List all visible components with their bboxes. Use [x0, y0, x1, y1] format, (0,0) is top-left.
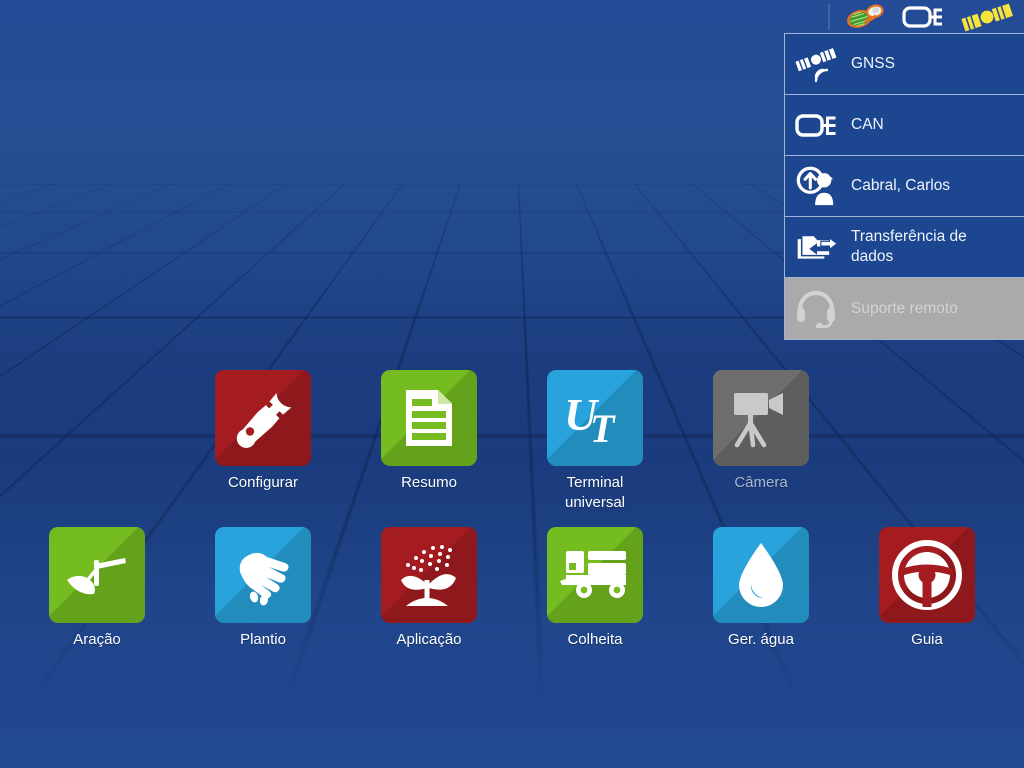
app-label: Resumo — [401, 474, 457, 491]
menu-item-can[interactable]: CAN — [785, 95, 1024, 156]
app-row-2: Aração Plantio Aplicação Colheita Ger. á… — [0, 526, 1024, 650]
app-label: Terminal universal — [564, 474, 626, 511]
app-tile[interactable] — [713, 370, 809, 466]
operator-login-icon — [795, 164, 839, 208]
app-row-1: Configurar Resumo U T Terminal universal… — [0, 370, 1024, 513]
app-label: Colheita — [567, 630, 623, 648]
app-camera[interactable]: Câmera — [713, 370, 810, 513]
app-tile[interactable]: U T — [547, 370, 643, 466]
app-label: Ger. água — [728, 630, 794, 648]
app-tile[interactable] — [49, 526, 145, 623]
menu-item-remote-support[interactable]: Suporte remoto — [785, 278, 1024, 339]
app-tile[interactable] — [879, 526, 975, 623]
app-configurar[interactable]: Configurar — [215, 370, 312, 513]
app-ger-agua[interactable]: Ger. água — [713, 526, 810, 650]
app-label: Guia — [911, 630, 943, 648]
status-bar — [0, 0, 1024, 33]
svg-text:T: T — [590, 406, 616, 448]
menu-item-label: Cabral, Carlos — [851, 177, 951, 195]
gnss-satellite-status-icon[interactable] — [958, 2, 1016, 32]
water-drop-icon — [739, 542, 783, 607]
app-tile[interactable] — [215, 526, 311, 623]
data-transfer-folder-icon — [795, 225, 839, 269]
can-bus-status-icon[interactable] — [902, 4, 944, 30]
app-label: Aplicação — [396, 630, 462, 648]
application-grid: Configurar Resumo U T Terminal universal… — [0, 370, 1024, 649]
menu-item-operator[interactable]: Cabral, Carlos — [785, 156, 1024, 217]
app-tile[interactable] — [547, 526, 643, 623]
app-label: Configurar — [227, 474, 299, 491]
app-guia[interactable]: Guia — [879, 526, 976, 650]
menu-item-label: Suporte remoto — [851, 299, 958, 317]
satellite-signal-icon — [795, 42, 839, 86]
app-tile[interactable] — [215, 370, 311, 466]
spray-plant-icon — [401, 544, 456, 606]
app-label: Plantio — [240, 630, 286, 648]
app-colheita[interactable]: Colheita — [547, 526, 644, 650]
menu-item-label: CAN — [851, 116, 884, 134]
app-resumo[interactable]: Resumo — [381, 370, 478, 513]
status-bar-divider — [828, 3, 830, 30]
app-tile[interactable] — [381, 370, 477, 466]
menu-item-label: Transferência de dados — [851, 228, 967, 265]
app-label: Aração — [73, 630, 121, 648]
app-aracao[interactable]: Aração — [49, 526, 146, 650]
ut-icon: U T — [564, 389, 616, 448]
app-label: Câmera — [734, 474, 788, 491]
system-dropdown-menu: GNSS CAN Cabral, Carlos Transferência de… — [784, 33, 1024, 340]
brand-leaf-logo-icon[interactable] — [844, 4, 888, 30]
menu-item-gnss[interactable]: GNSS — [785, 34, 1024, 95]
camera-tripod-icon — [734, 393, 783, 448]
wrench-icon — [236, 393, 292, 448]
steering-wheel-icon — [892, 539, 962, 610]
combine-harvester-icon — [560, 550, 626, 598]
document-icon — [406, 390, 452, 446]
can-bus-icon — [795, 103, 839, 147]
app-aplicacao[interactable]: Aplicação — [381, 526, 478, 650]
menu-item-data-transfer[interactable]: Transferência de dados — [785, 217, 1024, 278]
seeding-hand-icon — [239, 552, 289, 606]
app-tile[interactable] — [381, 526, 477, 623]
app-terminal-universal[interactable]: U T Terminal universal — [547, 370, 644, 513]
menu-item-label: GNSS — [851, 55, 895, 73]
plow-icon — [67, 557, 126, 594]
headset-icon — [795, 287, 839, 331]
app-tile[interactable] — [713, 526, 809, 623]
app-plantio[interactable]: Plantio — [215, 526, 312, 650]
home-screen: GNSS CAN Cabral, Carlos Transferência de… — [0, 0, 1024, 768]
